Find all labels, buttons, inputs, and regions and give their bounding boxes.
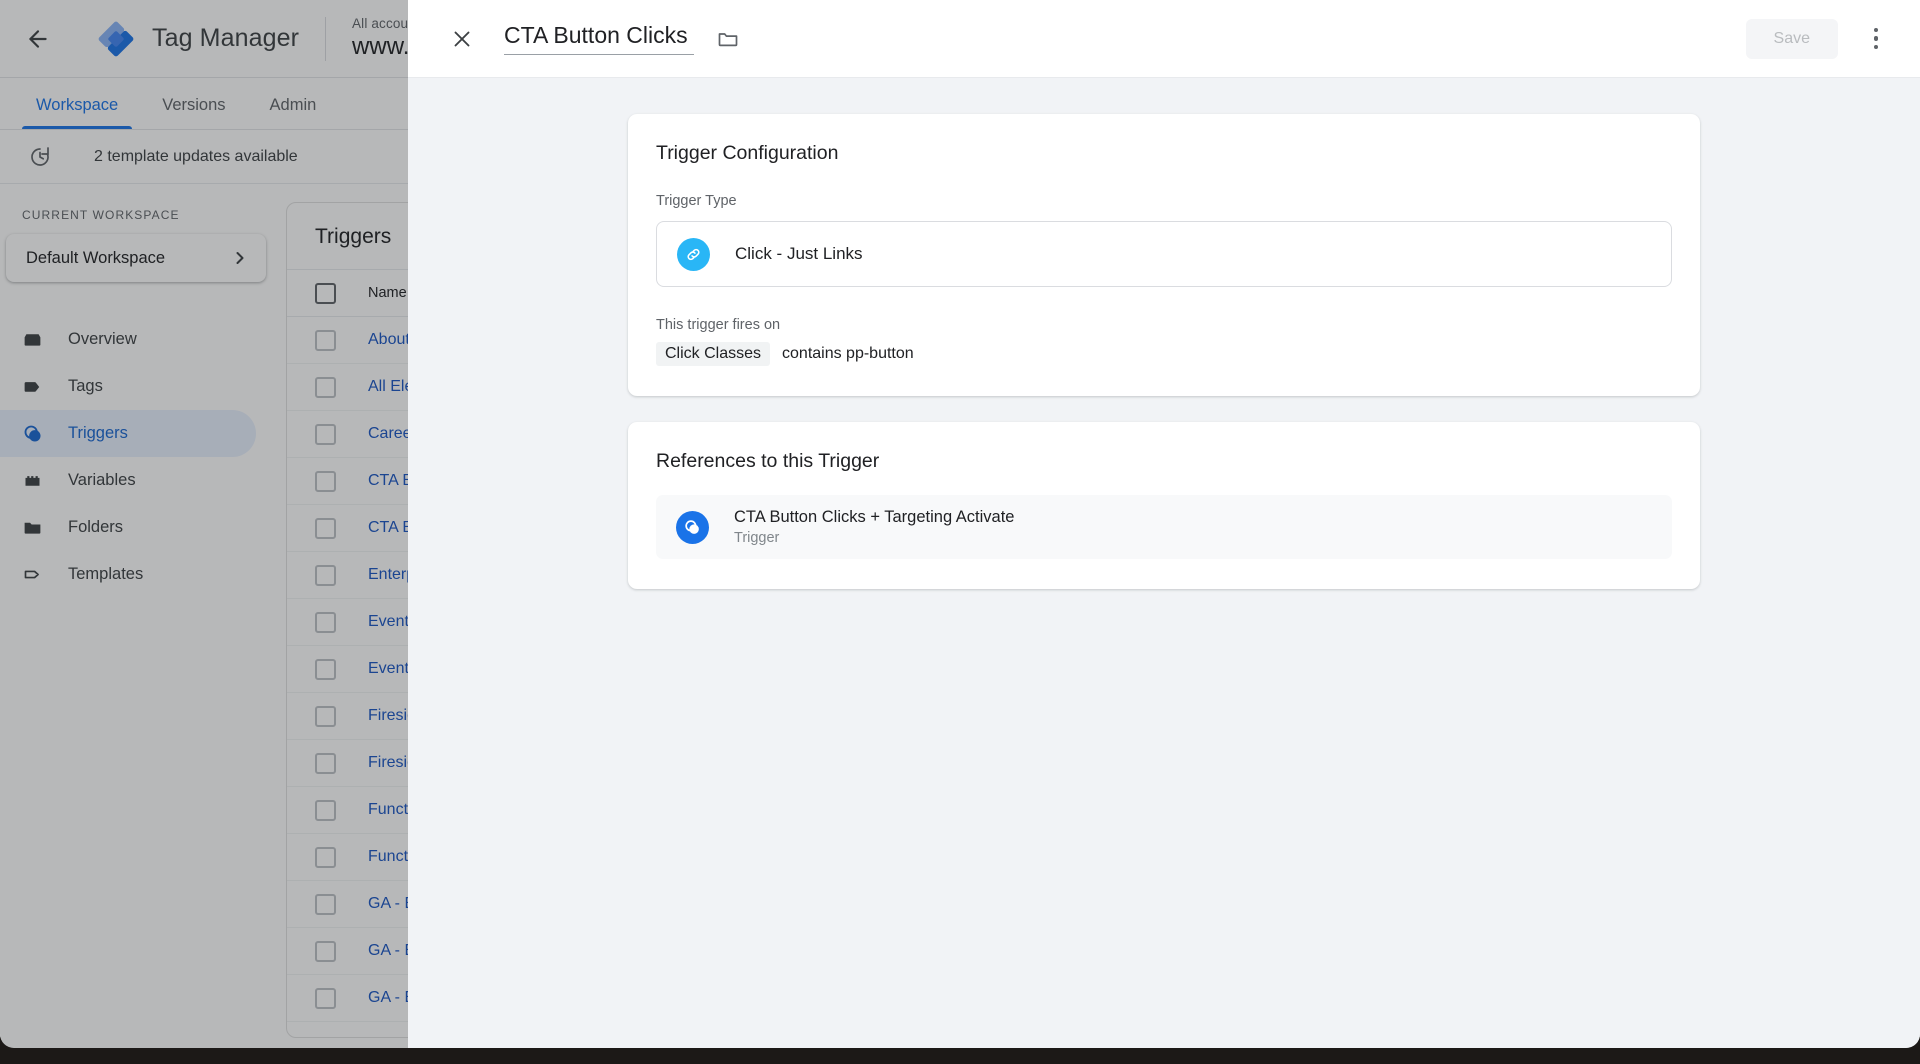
save-button[interactable]: Save — [1745, 18, 1838, 59]
dialog-header: CTA Button Clicks Save — [408, 0, 1920, 78]
trigger-detail-dialog: CTA Button Clicks Save Trigger Configura… — [408, 0, 1920, 1048]
card-title: References to this Trigger — [656, 450, 880, 472]
folder-outline-icon[interactable] — [716, 27, 740, 51]
trigger-type-label: Trigger Type — [656, 193, 737, 209]
fires-on-label: This trigger fires on — [656, 317, 781, 333]
condition-variable-chip: Click Classes — [656, 342, 771, 366]
reference-item[interactable]: CTA Button Clicks + Targeting Activate T… — [656, 495, 1672, 559]
fires-on-condition: Click Classes contains pp-button — [656, 342, 1672, 366]
dialog-body: Trigger Configuration Trigger Type Click… — [408, 78, 1920, 589]
trigger-configuration-card: Trigger Configuration Trigger Type Click… — [628, 114, 1700, 396]
reference-text: CTA Button Clicks + Targeting Activate T… — [734, 508, 1014, 546]
more-vert-icon[interactable] — [1854, 17, 1898, 61]
trigger-name-input[interactable]: CTA Button Clicks — [504, 22, 694, 55]
dialog-title-wrap: CTA Button Clicks — [504, 22, 740, 55]
reference-name: CTA Button Clicks + Targeting Activate — [734, 508, 1015, 526]
condition-text: contains pp-button — [782, 345, 914, 362]
trigger-type-box[interactable]: Click - Just Links — [656, 221, 1672, 287]
close-icon[interactable] — [440, 17, 484, 61]
link-click-icon — [677, 237, 710, 271]
trigger-icon — [676, 510, 709, 544]
reference-type: Trigger — [734, 530, 780, 546]
screen: Tag Manager All accounts > Pe www.peb Wo… — [0, 0, 1920, 1064]
references-card: References to this Trigger CTA Button Cl… — [628, 422, 1700, 589]
card-title: Trigger Configuration — [656, 142, 839, 164]
trigger-type-value: Click - Just Links — [735, 244, 863, 263]
